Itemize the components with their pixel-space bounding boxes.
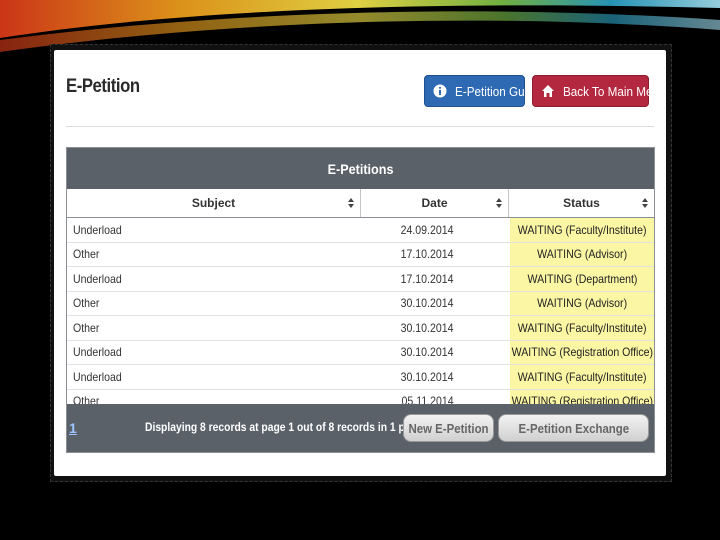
epetition-panel: E-Petition E-Petition Guide Back To Main… — [54, 50, 666, 476]
cell-status: WAITING (Faculty/Institute) — [509, 365, 654, 389]
divider — [66, 126, 654, 127]
epetition-guide-label: E-Petition Guide — [455, 83, 541, 99]
page-title: E-Petition — [66, 76, 140, 97]
column-header-status[interactable]: Status — [509, 189, 654, 217]
table-row[interactable]: Other 17.10.2014 WAITING (Advisor) — [67, 242, 654, 267]
column-headers: Subject Date Status — [67, 189, 654, 218]
cell-date: 24.09.2014 — [400, 222, 454, 237]
cell-status: WAITING (Department) — [509, 267, 654, 291]
cell-date: 17.10.2014 — [400, 271, 454, 286]
pagination-info: Displaying 8 records at page 1 out of 8 … — [145, 420, 429, 434]
info-icon — [433, 84, 447, 98]
cell-date: 30.10.2014 — [400, 320, 454, 335]
home-icon — [542, 85, 554, 97]
cell-date: 30.10.2014 — [400, 345, 454, 360]
back-to-main-menu-label: Back To Main Menu — [563, 83, 666, 99]
table-row[interactable]: Underload 30.10.2014 WAITING (Registrati… — [67, 340, 654, 365]
cell-subject: Underload — [73, 271, 122, 286]
cell-subject: Underload — [73, 222, 122, 237]
cell-status: WAITING (Advisor) — [509, 291, 654, 315]
sort-icon — [496, 198, 502, 208]
cell-date: 30.10.2014 — [400, 296, 454, 311]
sort-icon — [642, 198, 648, 208]
cell-subject: Other — [73, 296, 100, 311]
cell-subject: Underload — [73, 345, 122, 360]
cell-status: WAITING (Advisor) — [509, 242, 654, 266]
cell-date: 30.10.2014 — [400, 369, 454, 384]
epetition-guide-button[interactable]: E-Petition Guide — [424, 75, 540, 107]
column-header-date[interactable]: Date — [361, 189, 509, 217]
epetition-exchange-button[interactable]: E-Petition Exchange — [498, 414, 649, 442]
table-row[interactable]: Underload 30.10.2014 WAITING (Faculty/In… — [67, 365, 654, 390]
table-row[interactable]: Other 30.10.2014 WAITING (Faculty/Instit… — [67, 316, 654, 341]
table-row[interactable]: Underload 24.09.2014 WAITING (Faculty/In… — [67, 218, 654, 243]
cell-subject: Other — [73, 247, 100, 262]
new-epetition-button[interactable]: New E-Petition — [403, 414, 494, 442]
grid-footer: 1 Displaying 8 records at page 1 out of … — [67, 404, 654, 452]
table-row[interactable]: Other 30.10.2014 WAITING (Advisor) — [67, 291, 654, 316]
cell-status: WAITING (Faculty/Institute) — [509, 218, 654, 242]
cell-subject: Underload — [73, 369, 122, 384]
epetitions-grid: E-Petitions Subject Date Status Underloa… — [66, 147, 655, 453]
cell-status: WAITING (Registration Office) — [509, 340, 654, 364]
back-to-main-menu-button[interactable]: Back To Main Menu — [532, 75, 666, 107]
cell-date: 17.10.2014 — [400, 247, 454, 262]
table-row[interactable]: Underload 17.10.2014 WAITING (Department… — [67, 267, 654, 292]
grid-caption: E-Petitions — [67, 148, 654, 189]
page-link-1[interactable]: 1 — [69, 420, 77, 436]
cell-status: WAITING (Faculty/Institute) — [509, 316, 654, 340]
cell-subject: Other — [73, 320, 100, 335]
column-header-subject[interactable]: Subject — [67, 189, 361, 217]
sort-icon — [348, 198, 354, 208]
